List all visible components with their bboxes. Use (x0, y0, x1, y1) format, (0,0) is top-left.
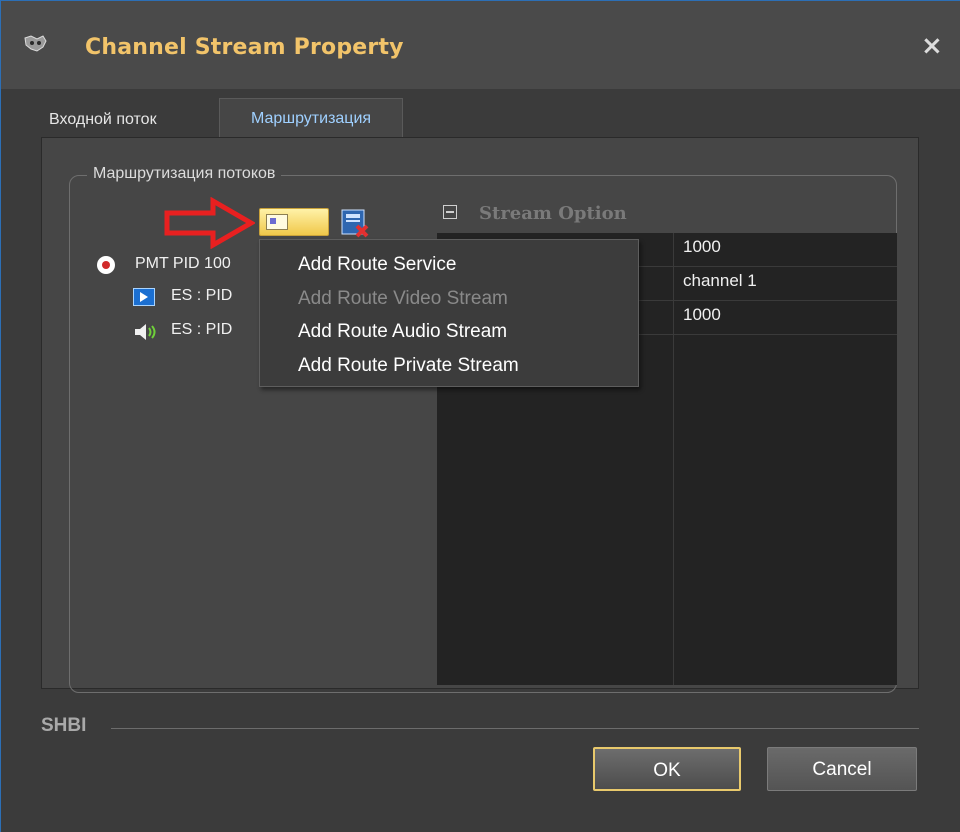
cancel-button[interactable]: Cancel (767, 747, 917, 791)
menu-item-add-route-video-stream[interactable]: Add Route Video Stream (298, 284, 508, 314)
red-arrow-icon (164, 197, 255, 249)
delete-route-icon[interactable] (339, 208, 373, 238)
menu-item-add-route-private-stream[interactable]: Add Route Private Stream (298, 351, 519, 381)
menu-item-add-route-audio-stream[interactable]: Add Route Audio Stream (298, 317, 507, 347)
grid-value[interactable]: 1000 (683, 305, 721, 325)
tab-routing[interactable]: Маршрутизация (219, 98, 403, 139)
video-stream-icon (133, 288, 155, 306)
grid-value[interactable]: channel 1 (683, 271, 757, 291)
group-label: Маршрутизация потоков (87, 165, 282, 183)
collapse-icon[interactable] (443, 205, 457, 219)
add-route-icon (266, 214, 288, 230)
menu-item-add-route-service[interactable]: Add Route Service (298, 250, 456, 280)
context-menu: Add Route Service Add Route Video Stream… (259, 239, 639, 387)
dialog-window: Channel Stream Property × Входной поток … (0, 0, 960, 832)
tab-input-stream[interactable]: Входной поток (49, 98, 217, 138)
app-logo-icon (24, 35, 47, 52)
footer-divider (111, 728, 919, 729)
add-route-button[interactable] (259, 208, 329, 236)
tree-item-label: ES : PID (171, 287, 233, 304)
pmt-radio-icon (97, 256, 115, 274)
speaker-icon (135, 324, 156, 340)
grid-value[interactable]: 1000 (683, 237, 721, 257)
title-bar[interactable]: Channel Stream Property × (1, 1, 960, 89)
ok-button[interactable]: OK (593, 747, 741, 791)
tree-item-label: ES : PID (171, 321, 233, 338)
brand-label: SHBI (41, 715, 87, 736)
stream-option-title: Stream Option (479, 203, 627, 224)
close-icon[interactable]: × (921, 31, 943, 61)
window-title: Channel Stream Property (85, 35, 404, 60)
stream-option-header[interactable]: Stream Option (439, 197, 897, 233)
tree-item-label: PMT PID 100 (135, 255, 231, 272)
